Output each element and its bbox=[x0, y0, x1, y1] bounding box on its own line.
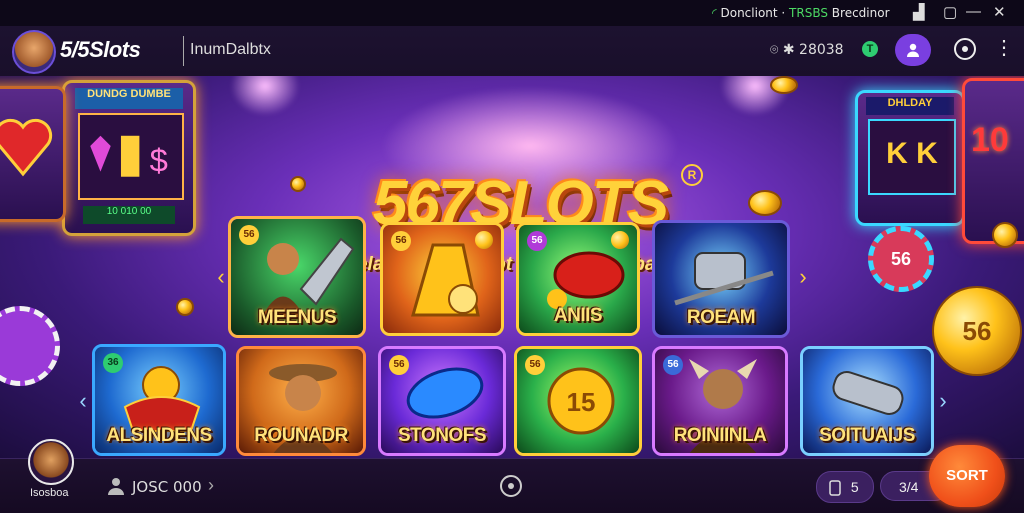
signal-icon: ◜ bbox=[712, 6, 717, 20]
phone-icon bbox=[829, 480, 841, 497]
chevron-right-icon[interactable]: › bbox=[208, 475, 214, 496]
balance-display: ⌾ ✱ 28038 bbox=[770, 42, 844, 58]
logo-mascot-icon[interactable] bbox=[12, 30, 56, 74]
game-badge: 56 bbox=[239, 225, 259, 245]
count-button[interactable]: 5 bbox=[816, 471, 874, 503]
game-title: ALSINDENS bbox=[106, 425, 212, 446]
coin-icon bbox=[770, 76, 798, 94]
status-text: ◜ Doncliont · TRSBS Brecdinor bbox=[712, 6, 890, 20]
game-card[interactable]: ROEAM bbox=[652, 220, 790, 338]
machine-reels: K K bbox=[868, 119, 956, 195]
game-card[interactable]: 56 MEENUS bbox=[228, 216, 366, 338]
app-logo[interactable]: 5/5Slots bbox=[60, 37, 141, 63]
edge-slot-machine bbox=[0, 86, 66, 222]
close-icon[interactable]: ✕ bbox=[993, 3, 1006, 21]
row1-prev-arrow-icon[interactable]: ‹ bbox=[214, 262, 228, 292]
app-header: 5/5Slots InumDalbtx ⌾ ✱ 28038 T ⋮ bbox=[0, 26, 1024, 77]
user-icon bbox=[108, 478, 124, 495]
game-title: MEENUS bbox=[257, 307, 337, 328]
game-badge: 36 bbox=[103, 353, 123, 373]
coin-icon bbox=[290, 176, 306, 192]
machine-reels: $ bbox=[77, 113, 185, 200]
system-status-bar: ◜ Doncliont · TRSBS Brecdinor ▟ ▢ — ✕ bbox=[0, 0, 1024, 26]
credits-display: JOSC 000 bbox=[132, 478, 202, 496]
game-badge: 56 bbox=[527, 231, 547, 251]
coin-icon bbox=[475, 231, 493, 249]
casino-chip-icon bbox=[0, 306, 60, 386]
left-slot-machine: DUNDG DUMBE $ 10 010 00 bbox=[62, 80, 196, 236]
coin-badge-icon: T bbox=[862, 41, 878, 57]
game-card[interactable]: 56 ANIIS bbox=[516, 222, 640, 336]
heart-icon bbox=[0, 118, 53, 177]
row2-prev-arrow-icon[interactable]: ‹ bbox=[76, 386, 90, 416]
coin-value: 15 bbox=[567, 387, 596, 417]
profile-button[interactable] bbox=[895, 34, 931, 66]
game-title: ROINIINLA bbox=[673, 425, 767, 446]
far-right-slot-machine: 10 bbox=[962, 78, 1024, 244]
more-options-icon[interactable]: ⋮ bbox=[994, 38, 1014, 58]
game-badge: 56 bbox=[663, 355, 683, 375]
game-title: STONOFS bbox=[398, 425, 487, 446]
restore-icon[interactable]: — bbox=[966, 3, 981, 20]
coin-icon bbox=[992, 222, 1018, 248]
machine-counter: 10 010 00 bbox=[82, 206, 176, 224]
settings-icon[interactable] bbox=[954, 38, 976, 60]
coin-icon bbox=[748, 190, 782, 216]
game-card[interactable]: 56 STONOFS bbox=[378, 346, 506, 456]
machine-sign: DHLDAY bbox=[866, 96, 954, 116]
game-badge: 56 bbox=[525, 355, 545, 375]
home-button[interactable] bbox=[500, 475, 522, 497]
game-title: ANIIS bbox=[553, 305, 603, 326]
game-lobby: DUNDG DUMBE $ 10 010 00 DHLDAY K K 10 56… bbox=[0, 76, 1024, 458]
game-card[interactable]: 56 ROINIINLA bbox=[652, 346, 788, 456]
sort-button[interactable]: SORT bbox=[929, 445, 1005, 507]
casino-chip-icon: 56 bbox=[868, 226, 934, 292]
game-badge: 56 bbox=[389, 355, 409, 375]
user-avatar[interactable] bbox=[28, 439, 74, 485]
coin-icon bbox=[611, 231, 629, 249]
game-title: SOITUAIJS bbox=[819, 425, 915, 446]
coin-icon bbox=[176, 298, 194, 316]
game-card[interactable]: ROUNADR bbox=[236, 346, 366, 456]
right-slot-machine: DHLDAY K K bbox=[855, 90, 965, 226]
game-title: ROUNADR bbox=[254, 425, 348, 446]
status-prefix: Doncliont · bbox=[720, 6, 790, 20]
person-icon bbox=[907, 43, 919, 57]
minimize-icon[interactable]: ▢ bbox=[943, 3, 957, 21]
game-card[interactable]: SOITUAIJS bbox=[800, 346, 934, 456]
user-name: Isosboa bbox=[30, 487, 69, 499]
row1-next-arrow-icon[interactable]: › bbox=[796, 262, 810, 292]
ratio-value: 3/4 bbox=[899, 479, 919, 495]
reel-symbols-icon: $ bbox=[90, 135, 168, 179]
game-title: ROEAM bbox=[686, 307, 756, 328]
game-card[interactable]: 56 bbox=[380, 222, 504, 336]
game-card[interactable]: 36 ALSINDENS bbox=[92, 344, 226, 456]
game-badge: 56 bbox=[391, 231, 411, 251]
row2-next-arrow-icon[interactable]: › bbox=[936, 386, 950, 416]
bottom-bar: Isosboa JOSC 000 › 5 3/4 SORT bbox=[0, 439, 1024, 513]
ceiling-light bbox=[230, 76, 300, 116]
game-card[interactable]: 15 56 bbox=[514, 346, 642, 456]
svg-text:$: $ bbox=[149, 142, 167, 179]
machine-counter: 10 bbox=[971, 121, 1009, 159]
big-coin-icon: 56 bbox=[932, 286, 1022, 376]
status-suffix: Brecdinor bbox=[827, 6, 890, 20]
registered-mark: R bbox=[681, 164, 703, 186]
status-signal: TRSBS bbox=[789, 6, 828, 20]
count-value: 5 bbox=[850, 479, 859, 495]
signal-bars-icon: ▟ bbox=[913, 4, 925, 21]
nav-title[interactable]: InumDalbtx bbox=[190, 41, 271, 59]
header-divider bbox=[183, 36, 184, 66]
machine-sign: DUNDG DUMBE bbox=[75, 87, 183, 109]
